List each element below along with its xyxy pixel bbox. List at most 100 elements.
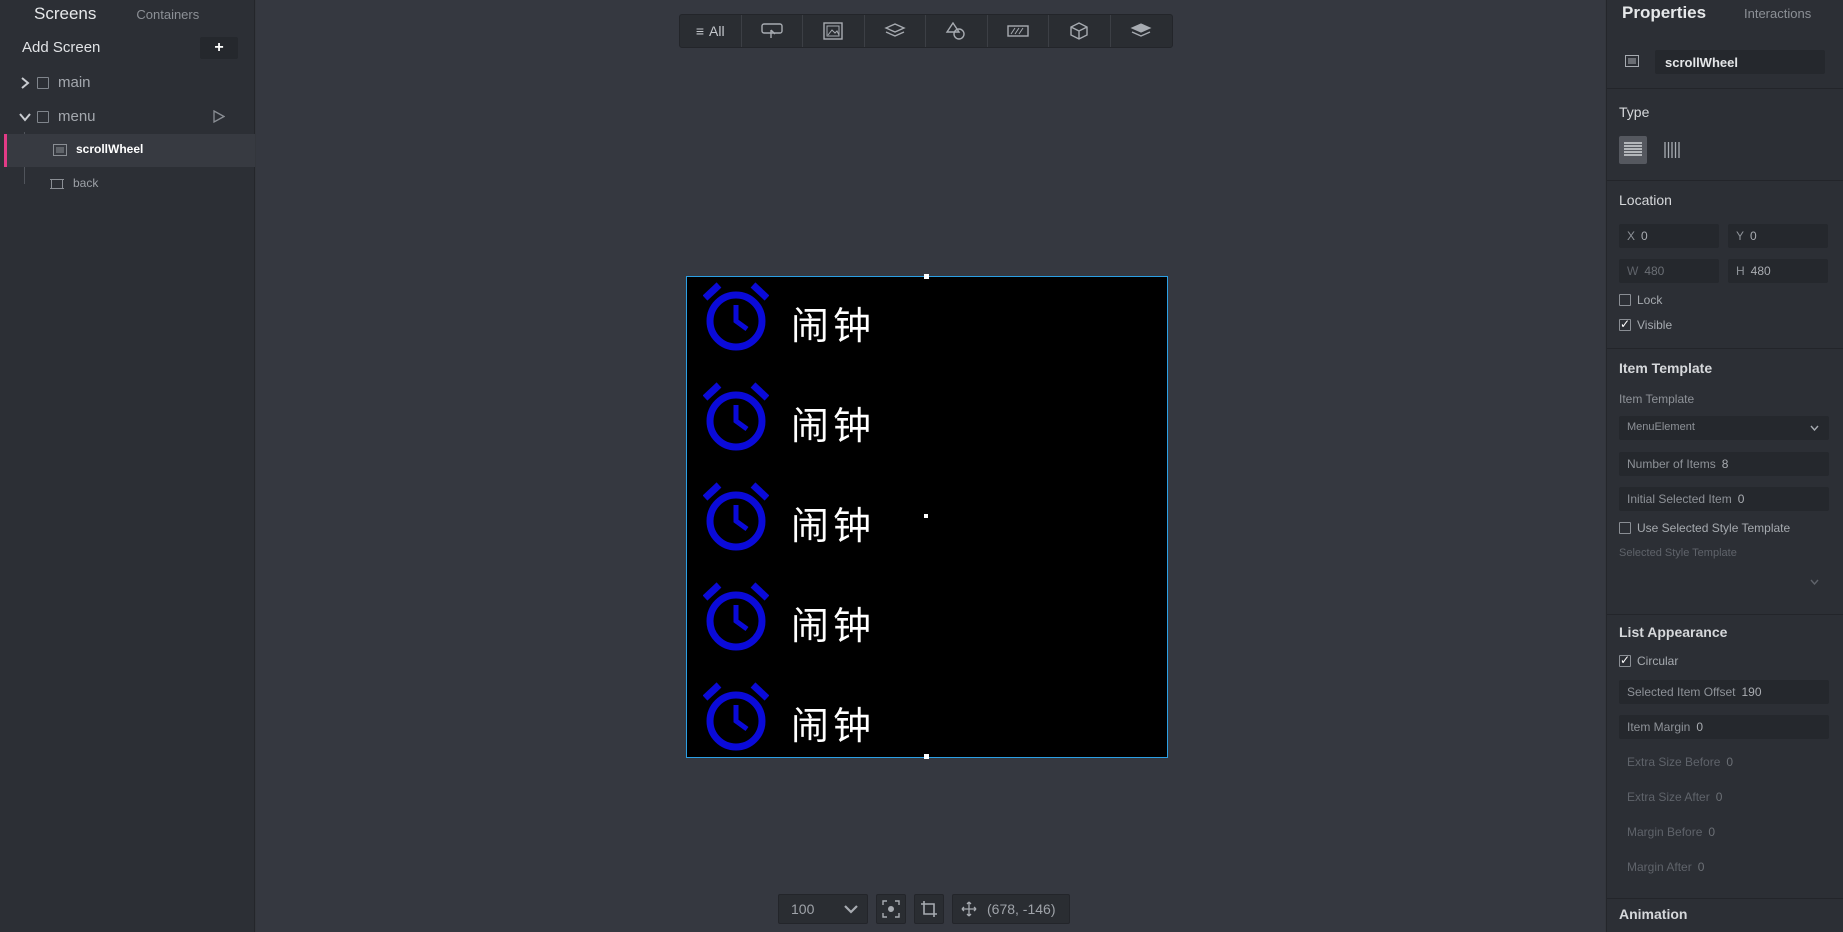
tree-item-menu[interactable]: menu [0,101,255,133]
number-of-items-value: 8 [1721,457,1729,471]
list-item[interactable]: 闹钟 [687,477,1167,577]
screen-preview[interactable]: 闹钟 闹钟 闹钟 闹钟 闹钟 [686,274,1168,759]
margin-after-value: 0 [1697,860,1705,874]
widget-name: scrollWheel [76,142,144,156]
fit-screen-button[interactable] [876,894,906,924]
lock-checkbox[interactable]: Lock [1619,293,1662,307]
circular-checkbox[interactable]: Circular [1619,653,1679,668]
circular-label: Circular [1637,654,1679,668]
tree-item-main[interactable]: main [0,67,255,99]
list-item[interactable]: 闹钟 [687,577,1167,677]
play-icon[interactable] [212,110,225,123]
horizontal-lines-icon [1624,142,1642,156]
divider [1607,614,1843,615]
resize-handle-bottom[interactable] [924,754,929,759]
use-selected-style-label: Use Selected Style Template [1637,521,1791,535]
crop-button[interactable] [914,894,944,924]
margin-after-label: Margin After [1627,860,1692,874]
item-label: 闹钟 [791,404,876,448]
item-margin-field[interactable]: Item Margin 0 [1619,715,1829,739]
widget-name-field[interactable]: scrollWheel [1655,50,1825,74]
screen-name: main [58,74,91,91]
zoom-value: 100 [791,901,815,917]
checkbox-checked[interactable] [1619,317,1631,331]
alarm-clock-icon [703,682,769,751]
w-value: 480 [1644,264,1665,278]
tab-properties[interactable]: Properties [1622,3,1706,23]
item-template-value: MenuElement [1627,421,1695,433]
interaction-widgets-button[interactable] [742,15,803,47]
checkbox-unchecked[interactable] [1619,522,1631,534]
extra-size-after-field: Extra Size After 0 [1619,785,1829,809]
item-label: 闹钟 [791,504,876,548]
alarm-clock-icon [703,382,769,451]
widget-toolbar: ≡ All [679,14,1173,48]
visible-label: Visible [1637,318,1673,332]
scroll-wheel-icon [1625,55,1639,67]
item-template-label: Item Template [1619,392,1695,406]
tree-item-scrollwheel[interactable]: scrollWheel [4,134,255,167]
margin-before-field: Margin Before 0 [1619,820,1829,844]
list-item[interactable]: 闹钟 [687,277,1167,377]
h-field[interactable]: H 480 [1728,259,1828,283]
item-template-select[interactable]: MenuElement [1619,416,1829,440]
type-horizontal-button[interactable] [1659,136,1687,164]
chevron-down-icon[interactable] [18,110,32,124]
screen-name: menu [58,108,96,125]
alarm-clock-icon [703,482,769,551]
tab-screens[interactable]: Screens [34,4,96,24]
selected-item-offset-field[interactable]: Selected Item Offset 190 [1619,680,1829,704]
container-widgets-button[interactable] [865,15,926,47]
w-field: W 480 [1619,259,1719,283]
right-tabs: Properties Interactions [1607,0,1843,28]
zoom-toolbar: 100 (678, -146) [778,894,1070,924]
type-heading: Type [1619,104,1650,120]
divider [1607,180,1843,181]
extra-before-label: Extra Size Before [1627,755,1721,769]
screen-icon [37,111,49,123]
properties-panel: Properties Interactions scrollWheel Type… [1606,0,1843,932]
resize-handle-top[interactable] [924,274,929,279]
item-label: 闹钟 [791,604,876,648]
design-canvas[interactable]: ≡ All 闹钟 闹钟 闹钟 闹钟 闹钟 100 (678, -146) [256,0,1605,932]
progress-icon [1007,25,1029,37]
initial-selected-label: Initial Selected Item [1627,492,1732,506]
list-item[interactable]: 闹钟 [687,377,1167,477]
visible-checkbox[interactable]: Visible [1619,317,1673,332]
list-icon: ≡ [695,23,705,39]
y-field[interactable]: Y0 [1728,224,1828,248]
zoom-select[interactable]: 100 [778,894,868,924]
list-appearance-heading: List Appearance [1619,624,1728,640]
box-icon [50,179,64,189]
number-of-items-field[interactable]: Number of Items 8 [1619,452,1829,476]
custom-widgets-button[interactable] [1111,15,1173,47]
progress-widgets-button[interactable] [988,15,1049,47]
selected-offset-label: Selected Item Offset [1627,685,1736,699]
left-tabs: Screens Containers [0,0,254,28]
shapes-icon [945,22,965,40]
tree-item-back[interactable]: back [4,168,255,201]
shape-widgets-button[interactable] [926,15,988,47]
tab-interactions[interactable]: Interactions [1744,6,1811,21]
y-value: 0 [1750,229,1757,243]
x-field[interactable]: X0 [1619,224,1719,248]
image-widgets-button[interactable] [803,15,865,47]
touch-icon [761,23,783,38]
use-selected-style-checkbox[interactable]: Use Selected Style Template [1619,521,1790,535]
initial-selected-item-field[interactable]: Initial Selected Item 0 [1619,487,1829,511]
selected-offset-value: 190 [1741,685,1762,699]
3d-widgets-button[interactable] [1049,15,1111,47]
divider [1607,898,1843,899]
add-screen-row: Add Screen + [0,36,255,60]
cursor-coords: (678, -146) [987,901,1056,917]
list-item[interactable]: 闹钟 [687,677,1167,757]
chevron-right-icon[interactable] [18,76,32,90]
add-screen-button[interactable]: + [200,37,238,59]
checkbox-unchecked[interactable] [1619,294,1631,306]
checkbox-checked[interactable] [1619,653,1631,667]
alarm-clock-icon [703,582,769,651]
tab-containers[interactable]: Containers [136,7,199,22]
type-vertical-button[interactable] [1619,136,1647,164]
center-handle[interactable] [924,514,928,518]
filter-all-button[interactable]: ≡ All [680,15,742,47]
